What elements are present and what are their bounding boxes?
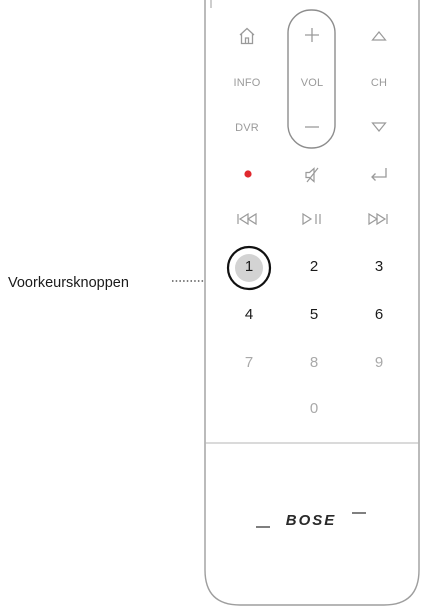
dvr-button[interactable]: DVR	[227, 122, 267, 134]
svg-text:BOSE: BOSE	[286, 512, 337, 528]
preset-6-button[interactable]: 6	[364, 306, 394, 323]
preset-2-button[interactable]: 2	[299, 258, 329, 275]
volume-down-icon[interactable]	[303, 120, 321, 134]
channel-label: CH	[370, 77, 388, 89]
skip-back-icon[interactable]	[235, 212, 257, 226]
info-button[interactable]: INFO	[227, 77, 267, 89]
record-icon[interactable]	[242, 168, 254, 180]
channel-up-icon[interactable]	[371, 30, 387, 42]
preset-4-button[interactable]: 4	[234, 306, 264, 323]
volume-up-icon[interactable]	[303, 26, 321, 44]
skip-forward-icon[interactable]	[368, 212, 390, 226]
preset-5-button[interactable]: 5	[299, 306, 329, 323]
preset-3-button[interactable]: 3	[364, 258, 394, 275]
play-pause-icon[interactable]	[300, 212, 324, 226]
digit-0-button[interactable]: 0	[299, 400, 329, 417]
bose-logo: BOSE	[256, 512, 366, 528]
preset-1-button[interactable]: 1	[234, 258, 264, 275]
home-icon[interactable]	[237, 26, 257, 46]
digit-9-button[interactable]: 9	[364, 354, 394, 371]
volume-label: VOL	[300, 77, 324, 89]
digit-7-button[interactable]: 7	[234, 354, 264, 371]
remote-control: INFO VOL CH DVR 1 2 3 4 5 6 7 8 9 0 BOSE	[204, 0, 420, 607]
mute-icon[interactable]	[303, 166, 323, 184]
channel-down-icon[interactable]	[371, 121, 387, 133]
digit-8-button[interactable]: 8	[299, 354, 329, 371]
return-icon[interactable]	[368, 165, 390, 183]
